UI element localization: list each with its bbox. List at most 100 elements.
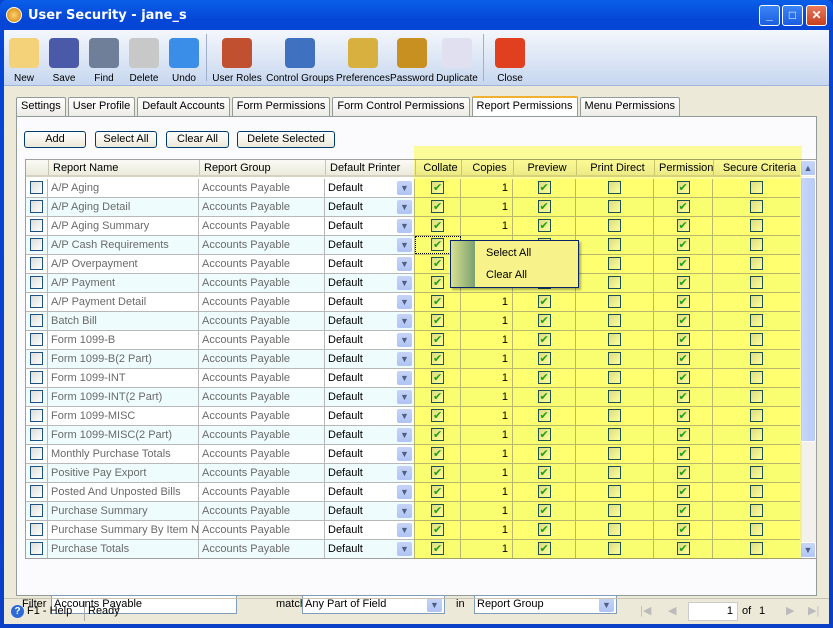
column-header-report-name[interactable]: Report Name [48,160,199,175]
collate-checkbox[interactable] [431,521,444,539]
copies-value[interactable]: 1 [461,312,513,330]
preview-checkbox[interactable] [537,521,551,539]
copies-value[interactable]: 1 [461,388,513,406]
scroll-thumb[interactable] [800,177,816,442]
collate-checkbox[interactable] [431,502,444,520]
default-printer-select[interactable]: Default ▼ [325,426,415,444]
default-printer-select[interactable]: Default ▼ [325,521,415,539]
copies-value[interactable]: 1 [461,331,513,349]
collate-checkbox[interactable] [431,426,444,444]
preview-checkbox[interactable] [537,293,551,311]
preview-checkbox[interactable] [537,426,551,444]
table-row[interactable]: Form 1099-MISC(2 Part) Accounts Payable De… [26,426,801,445]
print-direct-checkbox[interactable] [608,484,621,498]
chevron-down-icon[interactable]: ▼ [397,238,412,252]
table-row[interactable]: Form 1099-INTAccounts PayableDefault ▼ 1 [26,369,801,388]
column-header-collate[interactable]: Collate [415,160,461,175]
chevron-down-icon[interactable]: ▼ [397,523,412,537]
print-direct-checkbox[interactable] [608,256,621,270]
row-select-checkbox[interactable] [30,427,43,441]
column-header-default-printer[interactable]: Default Printer [325,160,415,175]
row-select-checkbox[interactable] [30,199,43,213]
collate-checkbox[interactable] [431,445,444,463]
preview-checkbox[interactable] [537,350,551,368]
preview-checkbox[interactable] [537,198,551,216]
secure-criteria-checkbox[interactable] [750,218,763,232]
close-window-button[interactable]: ✕ [806,5,827,26]
secure-criteria-checkbox[interactable] [750,370,763,384]
row-select-checkbox[interactable] [30,446,43,460]
copies-value[interactable]: 1 [461,521,513,539]
help-label[interactable]: F1 - Help [27,605,72,617]
select-all-button[interactable]: Select All [95,131,157,148]
default-printer-select[interactable]: Default ▼ [325,540,415,558]
close-button[interactable]: Close [486,30,534,86]
permission-checkbox[interactable] [676,312,690,330]
vertical-scrollbar[interactable]: ▲ ▼ [800,160,816,558]
print-direct-checkbox[interactable] [608,389,621,403]
chevron-down-icon[interactable]: ▼ [397,371,412,385]
preview-checkbox[interactable] [537,331,551,349]
secure-criteria-checkbox[interactable] [750,180,763,194]
table-row[interactable]: A/P Payment Detail Accounts Payable Defaul… [26,293,801,312]
print-direct-checkbox[interactable] [608,275,621,289]
row-select-checkbox[interactable] [30,541,43,555]
secure-criteria-checkbox[interactable] [750,389,763,403]
row-select-checkbox[interactable] [30,237,43,251]
collate-checkbox[interactable] [431,407,444,425]
menu-item-select-all[interactable]: Select All [486,247,531,259]
copies-value[interactable]: 1 [461,179,513,197]
table-row[interactable]: A/P OverpaymentAccounts PayableDefault▼1 [26,255,801,274]
secure-criteria-checkbox[interactable] [750,408,763,422]
permission-checkbox[interactable] [676,179,690,197]
permission-checkbox[interactable] [676,540,690,558]
default-printer-select[interactable]: Default ▼ [325,407,415,425]
default-printer-select[interactable]: Default ▼ [325,179,415,197]
secure-criteria-checkbox[interactable] [750,237,763,251]
copies-value[interactable]: 1 [461,445,513,463]
print-direct-checkbox[interactable] [608,313,621,327]
column-header-print-direct[interactable]: Print Direct [576,160,654,175]
print-direct-checkbox[interactable] [608,503,621,517]
table-row[interactable]: Purchase Summary By Item Nu Accounts Paya… [26,521,801,540]
collate-checkbox[interactable] [431,350,444,368]
collate-checkbox[interactable] [431,236,444,254]
row-select-checkbox[interactable] [30,522,43,536]
chevron-down-icon[interactable]: ▼ [397,314,412,328]
table-row[interactable]: A/P AgingAccounts PayableDefault ▼ 1 [26,179,801,198]
row-select-checkbox[interactable] [30,256,43,270]
table-row[interactable]: Posted And Unposted Bills Accounts Payabl… [26,483,801,502]
default-printer-select[interactable]: Default ▼ [325,350,415,368]
scroll-up-button[interactable]: ▲ [800,160,816,176]
permission-checkbox[interactable] [676,217,690,235]
new-button[interactable]: New [4,30,44,86]
print-direct-checkbox[interactable] [608,294,621,308]
column-header-permission[interactable]: Permission [654,160,713,175]
collate-checkbox[interactable] [431,388,444,406]
secure-criteria-checkbox[interactable] [750,541,763,555]
table-row[interactable]: Form 1099-BAccounts PayableDefault ▼ 1 [26,331,801,350]
table-row[interactable]: A/P Aging Detail Accounts Payable Default ▼… [26,198,801,217]
print-direct-checkbox[interactable] [608,218,621,232]
table-row[interactable]: A/P Aging Summary Accounts Payable Default… [26,217,801,236]
menu-item-clear-all[interactable]: Clear All [486,269,527,281]
preview-checkbox[interactable] [537,369,551,387]
undo-button[interactable]: Undo [164,30,204,86]
table-row[interactable]: A/P Cash Requirements Accounts Payable Def… [26,236,801,255]
duplicate-button[interactable]: Duplicate [433,30,481,86]
previous-page-icon[interactable]: ◀ [668,604,676,617]
next-page-icon[interactable]: ▶ [786,604,794,617]
chevron-down-icon[interactable]: ▼ [397,409,412,423]
permission-checkbox[interactable] [676,464,690,482]
column-header-secure-criteria[interactable]: Secure Criteria [713,160,801,175]
chevron-down-icon[interactable]: ▼ [397,257,412,271]
default-printer-select[interactable]: Default ▼ [325,502,415,520]
default-printer-select[interactable]: Default ▼ [325,236,415,254]
delete-button[interactable]: Delete [124,30,164,86]
default-printer-select[interactable]: Default ▼ [325,445,415,463]
secure-criteria-checkbox[interactable] [750,465,763,479]
secure-criteria-checkbox[interactable] [750,503,763,517]
secure-criteria-checkbox[interactable] [750,275,763,289]
row-select-checkbox[interactable] [30,389,43,403]
preview-checkbox[interactable] [537,312,551,330]
